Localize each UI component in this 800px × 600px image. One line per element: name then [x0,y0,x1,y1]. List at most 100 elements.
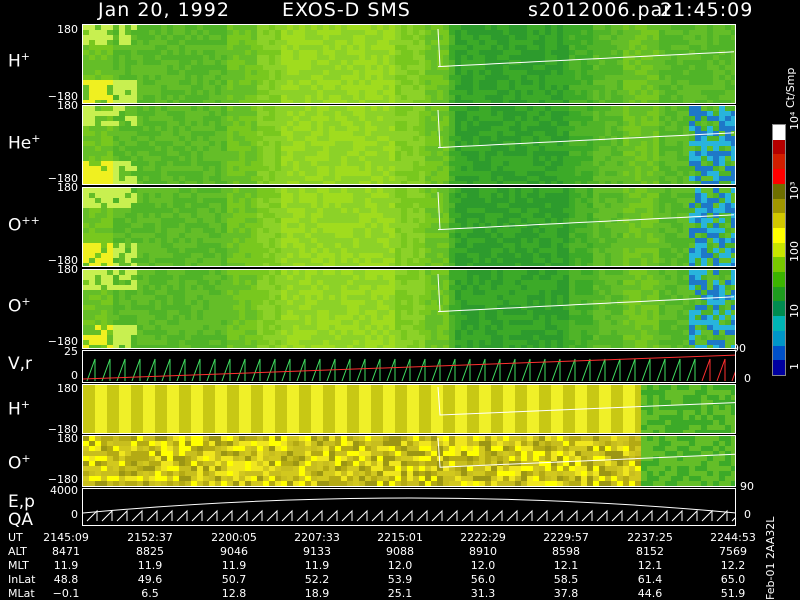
time-table-cell: 37.8 [553,587,579,600]
tick-he-top: 180 [57,99,78,112]
spectrogram-o-plusplus [82,187,736,267]
colorbar-swatch [773,154,785,170]
tick-vr-zero: 0 [71,369,78,382]
time-table-cell: 44.6 [637,587,663,600]
time-table-cell: 2229:57 [543,531,589,544]
colorbar-swatch [773,198,785,214]
tick-h2-top: 180 [57,382,78,395]
tick-vr-top: 25 [64,345,78,358]
time-table-cell: 12.1 [553,559,579,572]
tick-ep-zero: 0 [71,508,78,521]
instrument-name: EXOS-D SMS [282,0,411,21]
time-table-cell: 11.9 [53,559,79,572]
plot-time: 21:45:09 [660,0,754,21]
tick-o2-top: 180 [57,432,78,445]
time-table-cell: 31.3 [470,587,496,600]
time-table-cell: 11.9 [304,559,330,572]
time-table-cell: 9046 [220,545,248,558]
colorbar-label-1e3: 10³ [788,181,800,200]
colorbar-unit: Ct/Smp [784,67,797,108]
time-table-cell: 56.0 [470,573,496,586]
colorbar-swatch [773,301,785,317]
time-table-cell: 9088 [386,545,414,558]
time-table-cell: 12.0 [387,559,413,572]
spectrogram-o-plus-2 [82,435,736,487]
time-table-cell: 8825 [136,545,164,558]
time-table-cell: 2215:01 [377,531,423,544]
time-table-cell: 6.5 [141,587,159,600]
time-table-cell: 12.2 [720,559,746,572]
tick-op-top: 180 [57,263,78,276]
colorbar-swatch [773,125,785,140]
time-table-cell: 2244:53 [710,531,756,544]
panel-label-qa: QA [8,510,34,530]
colorbar-swatch [773,272,785,287]
colorbar-label-100: 100 [788,241,800,262]
tick-ep-top: 4000 [50,484,78,497]
colorbar-label-1: 1 [788,363,800,370]
colorbar-swatch [773,169,785,184]
time-table-cell: 2152:37 [127,531,173,544]
time-table-cell: 12.8 [221,587,247,600]
parameter-file: s2012006.par [528,0,673,21]
panel-label-o-plusplus: O++ [8,214,40,236]
spectrogram-h-plus-2 [82,384,736,434]
colorbar-swatch [773,286,785,302]
time-table-cell: 9133 [303,545,331,558]
colorbar-swatch [773,183,785,199]
spectrogram-o-plus [82,269,736,349]
time-table-cell: 11.9 [137,559,163,572]
colorbar-swatch [773,316,785,331]
time-table-cell: −0.1 [52,587,80,600]
time-table-cell: 52.2 [304,573,330,586]
panel-label-h-plus-2: H+ [8,398,31,420]
vr-panel [82,350,736,383]
time-table-cell: 48.8 [53,573,79,586]
colorbar-swatch [773,227,785,243]
time-table-cell: 2237:25 [627,531,673,544]
colorbar-swatch [773,213,785,228]
time-table-cell: 11.9 [221,559,247,572]
time-table-cell: 49.6 [137,573,163,586]
time-table-cell: 8152 [636,545,664,558]
tick-opp-top: 180 [57,181,78,194]
tick-h-top: 180 [57,23,78,36]
time-table-cell: 18.9 [304,587,330,600]
time-table: 2145:09 8471 11.9 48.8 −0.1 2152:37 8825 11.9 49… [0,532,800,600]
tick-ep-right-top: 90 [740,480,754,493]
spectrogram-he-plus [82,105,736,185]
time-table-cell: 12.0 [470,559,496,572]
time-table-cell: 8598 [552,545,580,558]
panel-label-ep: E,p [8,492,35,512]
ep-qa-panel [82,488,736,526]
colorbar-swatch [773,139,785,155]
time-table-cell: 61.4 [637,573,663,586]
time-table-cell: 25.1 [387,587,413,600]
tick-vr-right-top: 90 [732,342,746,355]
time-table-cell: 53.9 [387,573,413,586]
time-table-cell: 8471 [52,545,80,558]
time-table-cell: 50.7 [221,573,247,586]
time-table-cell: 65.0 [720,573,746,586]
time-table-cell: 51.9 [720,587,746,600]
plot-date: Jan 20, 1992 [98,0,230,21]
panel-label-o-plus: O+ [8,295,31,317]
time-table-cell: 2222:29 [460,531,506,544]
time-table-cell: 12.1 [637,559,663,572]
time-table-cell: 2145:09 [43,531,89,544]
time-table-cell: 2207:33 [294,531,340,544]
panel-label-vr: V,r [8,354,33,374]
panel-label-h-plus: H+ [8,50,31,72]
time-table-cell: 7569 [719,545,747,558]
colorbar-label-1e4: 10⁴ [788,111,800,130]
spectrogram-h-plus [82,24,736,104]
colorbar-label-10: 10 [788,304,800,318]
colorbar-swatch [773,345,785,361]
colorbar [772,124,786,376]
time-table-cell: 2200:05 [211,531,257,544]
panel-label-he-plus: He+ [8,132,41,154]
colorbar-swatch [773,360,785,375]
footer-code: Feb-01 2AA32L [764,516,777,600]
colorbar-swatch [773,242,785,258]
colorbar-swatch [773,330,785,346]
